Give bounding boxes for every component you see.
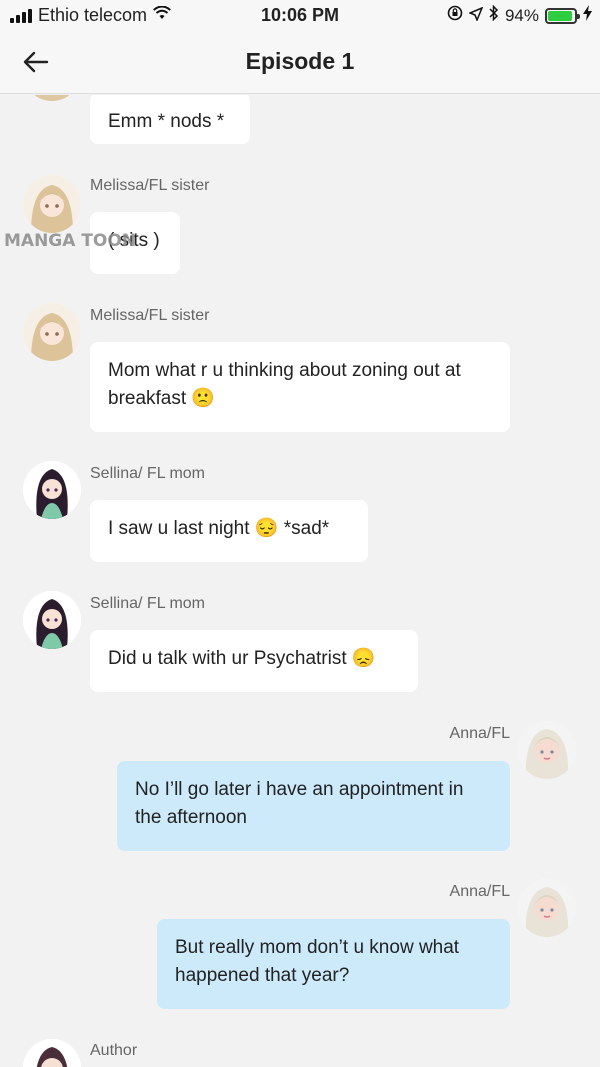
- charging-icon: [583, 5, 592, 26]
- avatar-anna[interactable]: [518, 879, 576, 937]
- message-text: But really mom don’t u know what happene…: [175, 937, 460, 986]
- battery-fill: [548, 10, 573, 21]
- watermark-logo: MANGA TOON: [4, 231, 137, 251]
- bluetooth-icon: [489, 4, 499, 26]
- avatar-author[interactable]: [23, 1039, 81, 1067]
- page-title: Episode 1: [245, 48, 355, 74]
- sender-name: Anna/FL: [449, 725, 510, 742]
- message-text: Did u talk with ur Psychatrist 😞: [108, 648, 376, 669]
- message-text: I saw u last night 😔 *sad*: [108, 518, 330, 539]
- sender-name: Sellina/ FL mom: [90, 595, 205, 612]
- avatar-melissa[interactable]: [23, 95, 81, 101]
- status-right: 94%: [447, 4, 592, 26]
- message-text: No I’ll go later i have an appointment i…: [135, 779, 464, 828]
- avatar-sellina[interactable]: [23, 461, 81, 519]
- message-text: Emm * nods *: [108, 111, 225, 132]
- location-icon: [467, 6, 484, 26]
- message-bubble[interactable]: But really mom don’t u know what happene…: [157, 919, 510, 1009]
- avatar-anna[interactable]: [518, 721, 576, 779]
- sender-name: Anna/FL: [449, 883, 510, 900]
- sender-name: Sellina/ FL mom: [90, 465, 205, 482]
- sender-name: Melissa/FL sister: [90, 177, 210, 194]
- avatar-melissa[interactable]: [23, 175, 81, 233]
- message-bubble[interactable]: I saw u last night 😔 *sad*: [90, 500, 368, 562]
- sender-name: Author: [90, 1042, 138, 1059]
- avatar-melissa[interactable]: [23, 303, 81, 361]
- message-bubble[interactable]: Mom what r u thinking about zoning out a…: [90, 342, 510, 432]
- avatar-sellina[interactable]: [23, 591, 81, 649]
- message-bubble[interactable]: Did u talk with ur Psychatrist 😞: [90, 630, 418, 692]
- navigation-header: Episode 1: [0, 30, 600, 94]
- message-bubble[interactable]: Emm * nods *: [90, 95, 250, 144]
- chat-list[interactable]: Emm * nods * Melissa/FL sister ( sits ) …: [0, 95, 600, 1067]
- battery-icon: [545, 7, 580, 24]
- status-bar: Ethio telecom 10:06 PM 94%: [0, 0, 600, 30]
- sender-name: Melissa/FL sister: [90, 307, 210, 324]
- battery-percent: 94%: [504, 5, 539, 25]
- message-text: Mom what r u thinking about zoning out a…: [108, 360, 461, 409]
- orientation-lock-icon: [447, 5, 463, 26]
- message-bubble[interactable]: No I’ll go later i have an appointment i…: [117, 761, 510, 851]
